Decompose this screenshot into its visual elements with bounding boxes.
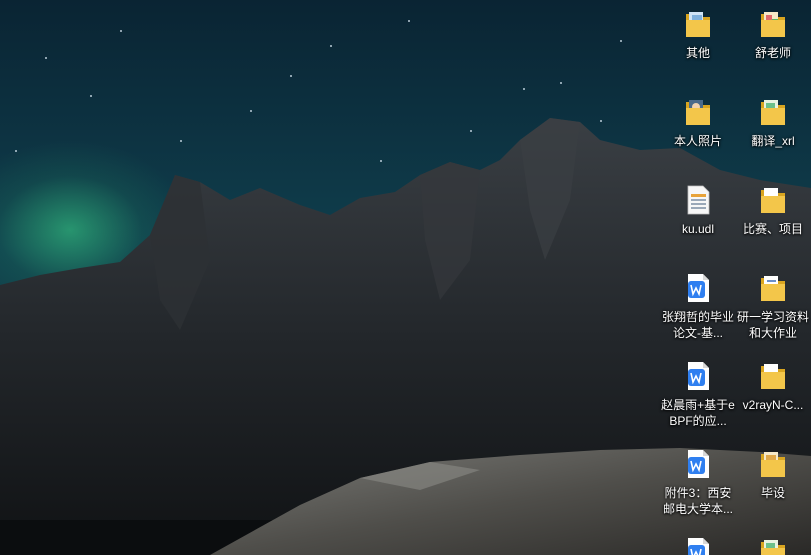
desktop-icon-label: 其他 [685, 46, 710, 60]
desktop-icon-label: v2rayN-C... [742, 398, 804, 412]
folder-icon [680, 94, 716, 130]
desktop-icon-folder[interactable] [735, 534, 811, 555]
desktop-icon-document[interactable]: 张翔哲的毕业论文-基... [660, 270, 736, 341]
desktop-icon-folder[interactable]: 毕设 [735, 446, 811, 501]
desktop-icon-label: 毕设 [760, 486, 785, 500]
desktop-icon-folder[interactable]: v2rayN-C... [735, 358, 811, 413]
folder-icon [755, 6, 791, 42]
wps-doc-icon [680, 534, 716, 555]
desktop-icon-label: 翻译_xrl [751, 134, 795, 148]
desktop-icon-file[interactable]: ku.udl [660, 182, 736, 237]
folder-icon [755, 358, 791, 394]
desktop-icon-folder[interactable]: 翻译_xrl [735, 94, 811, 149]
folder-icon [755, 182, 791, 218]
folder-icon [755, 534, 791, 555]
desktop-icon-folder[interactable]: 本人照片 [660, 94, 736, 149]
wps-doc-icon [680, 446, 716, 482]
wps-doc-icon [680, 270, 716, 306]
desktop-icon-label: ku.udl [681, 222, 715, 236]
desktop-icon-label: 附件3：西安邮电大学本... [662, 486, 733, 516]
desktop-icon-document[interactable] [660, 534, 736, 555]
desktop-icon-document[interactable]: 附件3：西安邮电大学本... [660, 446, 736, 517]
folder-icon [755, 270, 791, 306]
wps-doc-icon [680, 358, 716, 394]
udl-file-icon [680, 182, 716, 218]
desktop-icon-folder[interactable]: 研一学习资料和大作业 [735, 270, 811, 341]
desktop-icon-document[interactable]: 赵晨雨+基于eBPF的应... [660, 358, 736, 429]
desktop-icon-label: 张翔哲的毕业论文-基... [661, 310, 734, 340]
desktop-icon-folder[interactable]: 舒老师 [735, 6, 811, 61]
desktop-icon-folder[interactable]: 比赛、项目 [735, 182, 811, 237]
desktop-icon-label: 本人照片 [673, 134, 722, 148]
desktop-icon-label: 比赛、项目 [742, 222, 803, 236]
desktop-icon-label: 赵晨雨+基于eBPF的应... [661, 398, 735, 428]
desktop-icon-grid: 其他 舒老师 本人照片 翻译_xrl ku.udl 比赛、项目 张翔哲的毕业论文… [0, 0, 811, 555]
desktop-icon-label: 舒老师 [754, 46, 791, 60]
folder-icon [680, 6, 716, 42]
folder-icon [755, 446, 791, 482]
desktop[interactable]: 其他 舒老师 本人照片 翻译_xrl ku.udl 比赛、项目 张翔哲的毕业论文… [0, 0, 811, 555]
folder-icon [755, 94, 791, 130]
desktop-icon-label: 研一学习资料和大作业 [736, 310, 809, 340]
desktop-icon-folder[interactable]: 其他 [660, 6, 736, 61]
